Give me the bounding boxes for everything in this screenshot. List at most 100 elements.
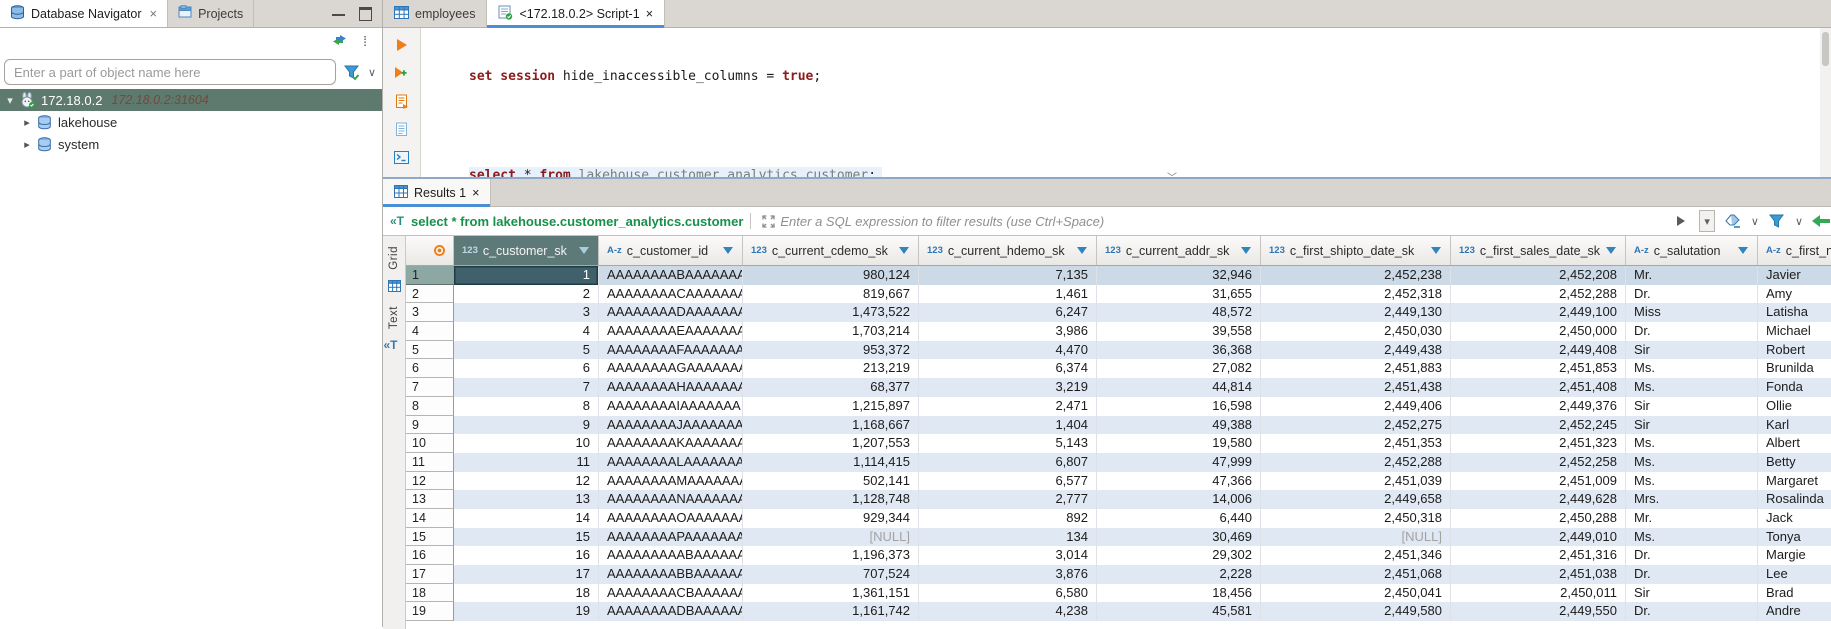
grid-cell[interactable]: 953,372 xyxy=(743,341,919,360)
grid-cell[interactable]: 15 xyxy=(454,528,599,547)
grid-cell[interactable]: 819,667 xyxy=(743,285,919,304)
grid-cell[interactable]: Sir xyxy=(1626,397,1758,416)
row-header[interactable]: 10 xyxy=(406,434,454,453)
editor-scrollbar[interactable] xyxy=(1820,28,1831,177)
object-filter-input[interactable] xyxy=(4,59,336,85)
row-header[interactable]: 5 xyxy=(406,341,454,360)
grid-cell[interactable]: 39,558 xyxy=(1097,322,1261,341)
grid-cell[interactable]: Margie xyxy=(1758,546,1831,565)
grid-cell[interactable]: 980,124 xyxy=(743,266,919,285)
grid-cell[interactable]: 502,141 xyxy=(743,472,919,491)
execute-statement-icon[interactable] xyxy=(392,36,412,54)
sort-dropdown-icon[interactable] xyxy=(899,247,909,254)
tab-projects[interactable]: Projects xyxy=(168,0,254,27)
grid-cell[interactable]: 929,344 xyxy=(743,509,919,528)
grid-cell[interactable]: Mr. xyxy=(1626,509,1758,528)
grid-cell[interactable]: [NULL] xyxy=(743,528,919,547)
grid-corner-cell[interactable] xyxy=(406,236,454,265)
grid-cell[interactable]: 1,215,897 xyxy=(743,397,919,416)
grid-cell[interactable]: 2,452,208 xyxy=(1451,266,1626,285)
row-header[interactable]: 11 xyxy=(406,453,454,472)
grid-cell[interactable]: 1,703,214 xyxy=(743,322,919,341)
row-header[interactable]: 3 xyxy=(406,303,454,322)
grid-cell[interactable]: 18,456 xyxy=(1097,584,1261,603)
row-header[interactable]: 12 xyxy=(406,472,454,491)
grid-cell[interactable]: Brunilda xyxy=(1758,359,1831,378)
explain-plan-icon[interactable] xyxy=(392,120,412,138)
tree-item-lakehouse[interactable]: ▸lakehouse xyxy=(0,111,382,133)
grid-cell[interactable]: Robert xyxy=(1758,341,1831,360)
grid-cell[interactable]: Sir xyxy=(1626,416,1758,435)
grid-cell[interactable]: 3,014 xyxy=(919,546,1097,565)
grid-cell[interactable]: Ms. xyxy=(1626,434,1758,453)
text-presentation-icon[interactable]: «T xyxy=(383,338,397,352)
sort-dropdown-icon[interactable] xyxy=(1738,247,1748,254)
grid-cell[interactable]: Rosalinda xyxy=(1758,490,1831,509)
grid-cell[interactable]: 1,361,151 xyxy=(743,584,919,603)
grid-cell[interactable]: 14 xyxy=(454,509,599,528)
grid-cell[interactable]: Michael xyxy=(1758,322,1831,341)
grid-cell[interactable]: 6,807 xyxy=(919,453,1097,472)
grid-cell[interactable]: 48,572 xyxy=(1097,303,1261,322)
grid-cell[interactable]: 7 xyxy=(454,378,599,397)
grid-cell[interactable]: 6,580 xyxy=(919,584,1097,603)
row-header[interactable]: 18 xyxy=(406,584,454,603)
grid-cell[interactable]: 134 xyxy=(919,528,1097,547)
link-with-editor-icon[interactable] xyxy=(329,32,349,50)
grid-cell[interactable]: Andre xyxy=(1758,602,1831,621)
grid-cell[interactable]: 12 xyxy=(454,472,599,491)
grid-cell[interactable]: 2,452,275 xyxy=(1261,416,1451,435)
grid-cell[interactable]: 29,302 xyxy=(1097,546,1261,565)
column-header-c_customer_sk[interactable]: 123c_customer_sk xyxy=(454,236,599,265)
grid-cell[interactable]: 2,451,883 xyxy=(1261,359,1451,378)
grid-cell[interactable]: 16,598 xyxy=(1097,397,1261,416)
grid-cell[interactable]: 2,449,130 xyxy=(1261,303,1451,322)
filter-funnel-icon[interactable] xyxy=(342,63,362,81)
grid-cell[interactable]: 2,450,041 xyxy=(1261,584,1451,603)
grid-cell[interactable]: 8 xyxy=(454,397,599,416)
grid-cell[interactable]: 2,451,323 xyxy=(1451,434,1626,453)
grid-cell[interactable]: 32,946 xyxy=(1097,266,1261,285)
row-header[interactable]: 14 xyxy=(406,509,454,528)
grid-cell[interactable]: 16 xyxy=(454,546,599,565)
grid-cell[interactable]: Albert xyxy=(1758,434,1831,453)
sort-dropdown-icon[interactable] xyxy=(579,247,589,254)
close-icon[interactable]: × xyxy=(149,6,157,21)
grid-cell[interactable]: Miss xyxy=(1626,303,1758,322)
row-header[interactable]: 17 xyxy=(406,565,454,584)
grid-cell[interactable]: 2,777 xyxy=(919,490,1097,509)
grid-cell[interactable]: AAAAAAAALAAAAAAA xyxy=(599,453,743,472)
grid-cell[interactable]: 1,404 xyxy=(919,416,1097,435)
grid-cell[interactable]: 1,473,522 xyxy=(743,303,919,322)
grid-cell[interactable]: 1,128,748 xyxy=(743,490,919,509)
grid-cell[interactable]: 45,581 xyxy=(1097,602,1261,621)
column-header-c_current_hdemo_sk[interactable]: 123c_current_hdemo_sk xyxy=(919,236,1097,265)
grid-cell[interactable]: 6 xyxy=(454,359,599,378)
column-header-c_customer_id[interactable]: A-zc_customer_id xyxy=(599,236,743,265)
grid-cell[interactable]: 2,449,550 xyxy=(1451,602,1626,621)
grid-cell[interactable]: Ms. xyxy=(1626,453,1758,472)
presentation-tab-grid[interactable]: Grid xyxy=(388,246,400,270)
filter-history-dropdown[interactable]: ▾ xyxy=(1699,210,1715,232)
grid-cell[interactable]: 2,452,258 xyxy=(1451,453,1626,472)
grid-cell[interactable]: AAAAAAAACBAAAAAA xyxy=(599,584,743,603)
grid-cell[interactable]: 2,451,438 xyxy=(1261,378,1451,397)
sql-editor[interactable]: set session hide_inaccessible_columns = … xyxy=(383,28,1831,177)
grid-cell[interactable]: 47,366 xyxy=(1097,472,1261,491)
grid-cell[interactable]: 9 xyxy=(454,416,599,435)
grid-cell[interactable]: 2,449,658 xyxy=(1261,490,1451,509)
funnel-menu-chevron-icon[interactable]: ∨ xyxy=(1795,215,1803,228)
grid-cell[interactable]: 2,451,353 xyxy=(1261,434,1451,453)
grid-cell[interactable]: 2,449,438 xyxy=(1261,341,1451,360)
row-header[interactable]: 9 xyxy=(406,416,454,435)
grid-cell[interactable]: Amy xyxy=(1758,285,1831,304)
grid-cell[interactable]: AAAAAAAAOAAAAAAA xyxy=(599,509,743,528)
grid-cell[interactable]: 4,238 xyxy=(919,602,1097,621)
results-tab[interactable]: Results 1 × xyxy=(383,179,491,206)
grid-cell[interactable]: 6,440 xyxy=(1097,509,1261,528)
grid-cell[interactable]: AAAAAAAAEAAAAAAA xyxy=(599,322,743,341)
grid-cell[interactable]: 892 xyxy=(919,509,1097,528)
grid-cell[interactable]: 6,374 xyxy=(919,359,1097,378)
filter-expression-input[interactable] xyxy=(778,213,1667,230)
row-header[interactable]: 19 xyxy=(406,602,454,621)
